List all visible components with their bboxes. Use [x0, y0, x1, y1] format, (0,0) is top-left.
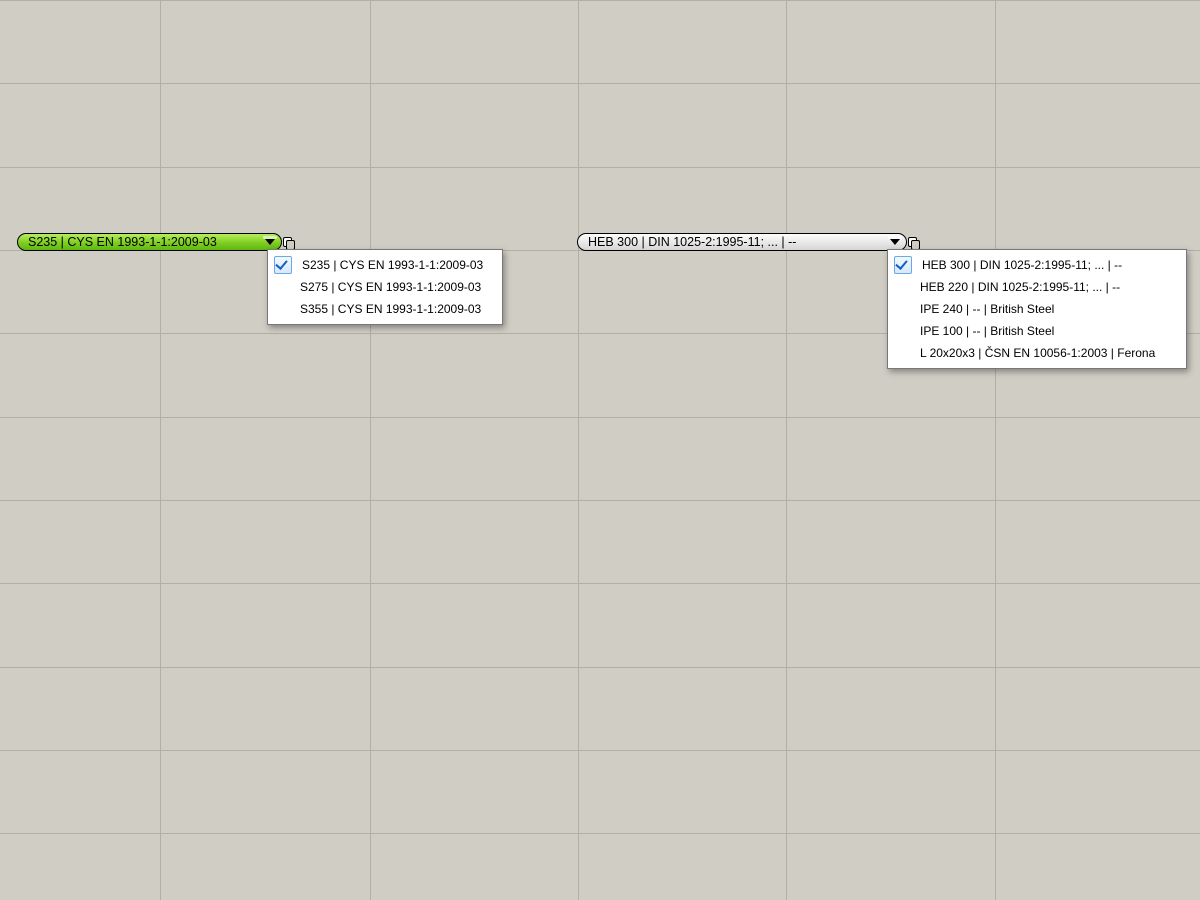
section-option-label: HEB 220 | DIN 1025-2:1995-11; ... | -- — [920, 280, 1120, 294]
section-option[interactable]: IPE 100 | -- | British Steel — [888, 320, 1186, 342]
spacer — [274, 279, 290, 295]
section-option-label: IPE 240 | -- | British Steel — [920, 302, 1054, 316]
spacer — [894, 279, 910, 295]
chevron-down-icon — [890, 239, 900, 245]
spacer — [274, 301, 290, 317]
material-option-label: S275 | CYS EN 1993-1-1:2009-03 — [300, 280, 481, 294]
material-dropdown[interactable]: S235 | CYS EN 1993-1-1:2009-03 — [17, 233, 282, 251]
section-option[interactable]: HEB 220 | DIN 1025-2:1995-11; ... | -- — [888, 276, 1186, 298]
material-dropdown-list[interactable]: S235 | CYS EN 1993-1-1:2009-03 S275 | CYS… — [267, 249, 503, 325]
section-dropdown-label: HEB 300 | DIN 1025-2:1995-11; ... | -- — [588, 235, 796, 249]
material-option-label: S235 | CYS EN 1993-1-1:2009-03 — [302, 258, 483, 272]
section-dropdown[interactable]: HEB 300 | DIN 1025-2:1995-11; ... | -- — [577, 233, 907, 251]
copy-icon — [283, 237, 295, 249]
material-option[interactable]: S275 | CYS EN 1993-1-1:2009-03 — [268, 276, 502, 298]
material-option-label: S355 | CYS EN 1993-1-1:2009-03 — [300, 302, 481, 316]
check-icon — [274, 256, 292, 274]
material-option[interactable]: S355 | CYS EN 1993-1-1:2009-03 — [268, 298, 502, 320]
section-option-label: IPE 100 | -- | British Steel — [920, 324, 1054, 338]
spacer — [894, 301, 910, 317]
chevron-down-icon — [265, 239, 275, 245]
section-option[interactable]: L 20x20x3 | ČSN EN 10056-1:2003 | Ferona — [888, 342, 1186, 364]
section-option[interactable]: IPE 240 | -- | British Steel — [888, 298, 1186, 320]
canvas-grid — [0, 0, 1200, 900]
section-dropdown-list[interactable]: HEB 300 | DIN 1025-2:1995-11; ... | -- HE… — [887, 249, 1187, 369]
check-icon — [894, 256, 912, 274]
section-option[interactable]: HEB 300 | DIN 1025-2:1995-11; ... | -- — [888, 254, 1186, 276]
section-option-label: L 20x20x3 | ČSN EN 10056-1:2003 | Ferona — [920, 346, 1155, 360]
section-option-label: HEB 300 | DIN 1025-2:1995-11; ... | -- — [922, 258, 1122, 272]
copy-icon — [908, 237, 920, 249]
spacer — [894, 345, 910, 361]
spacer — [894, 323, 910, 339]
material-dropdown-label: S235 | CYS EN 1993-1-1:2009-03 — [28, 235, 217, 249]
material-option[interactable]: S235 | CYS EN 1993-1-1:2009-03 — [268, 254, 502, 276]
